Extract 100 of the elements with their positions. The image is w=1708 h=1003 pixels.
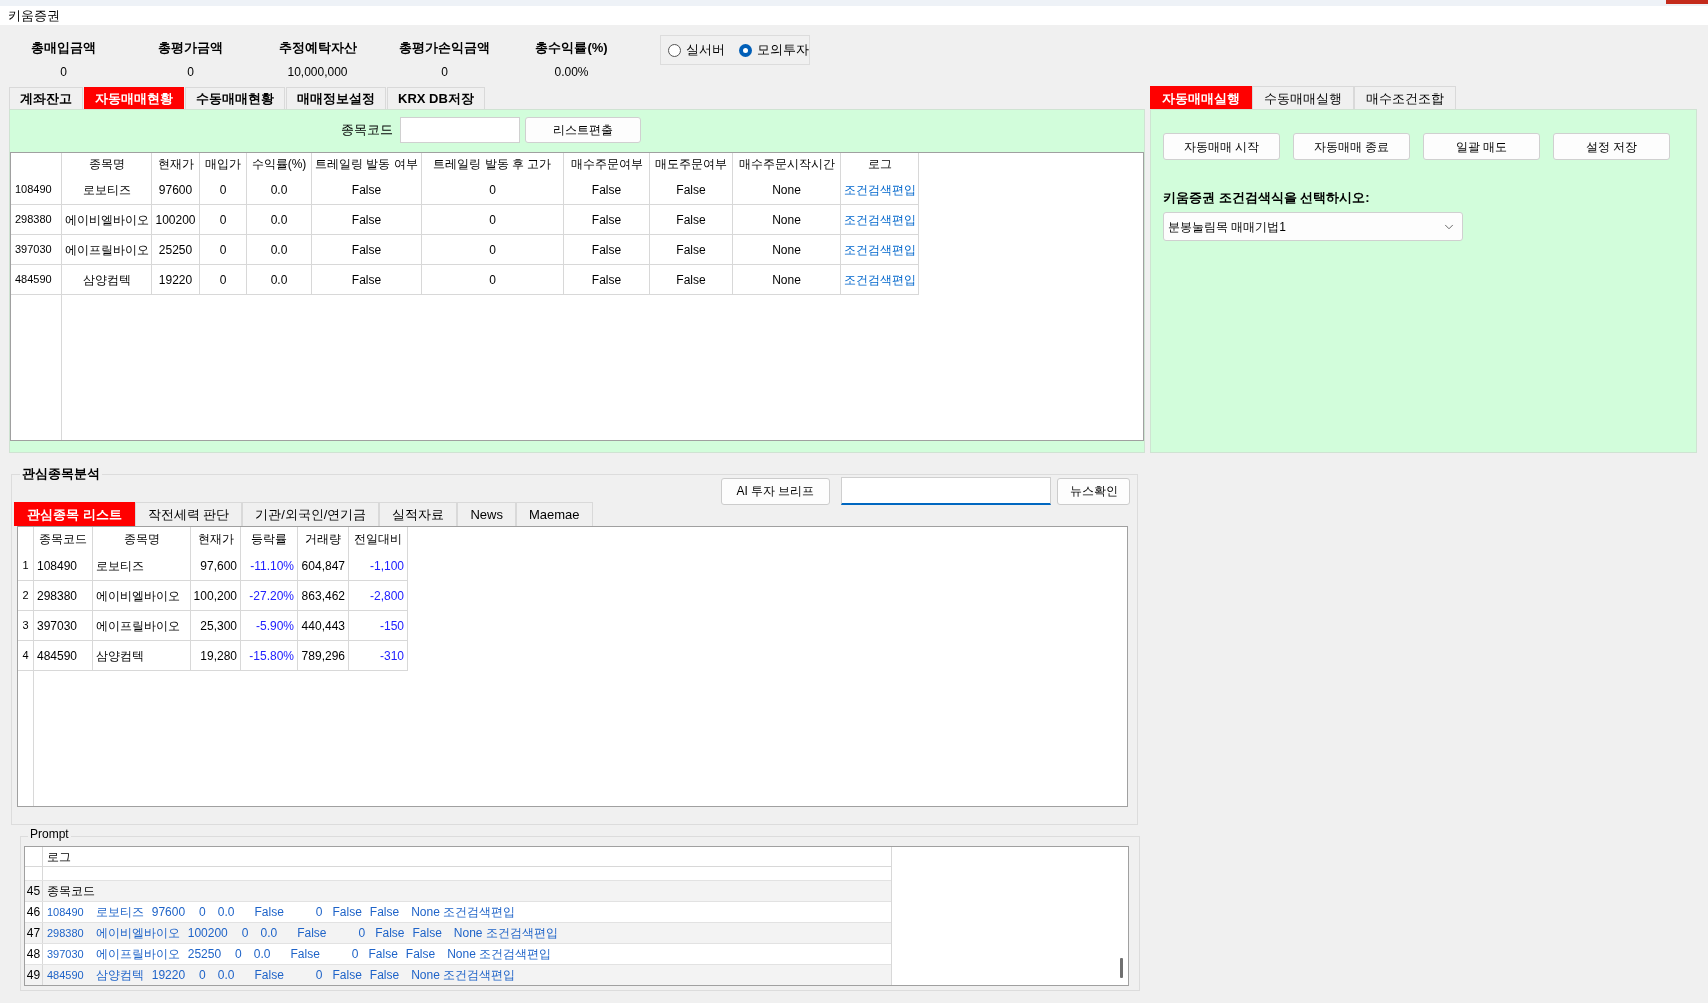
column-header: 현재가 <box>152 153 200 175</box>
table-cell: None <box>733 235 841 265</box>
log-line: 종목코드 <box>47 883 95 900</box>
row-number: 49 <box>25 965 43 985</box>
scrollbar-thumb[interactable] <box>1119 958 1123 978</box>
table-cell: 0.0 <box>247 235 312 265</box>
tab[interactable]: 매수조건조합 <box>1354 86 1456 109</box>
table-cell: False <box>564 175 650 205</box>
stock-code-input[interactable] <box>400 117 520 143</box>
tab[interactable]: KRX DB저장 <box>387 87 485 109</box>
row-number: 1 <box>18 551 33 581</box>
summary-value: 0.00% <box>554 64 589 80</box>
news-button[interactable]: 뉴스확인 <box>1057 477 1130 505</box>
row-header: 108490 <box>11 175 61 205</box>
table-cell: -310 <box>349 641 408 671</box>
table-cell: 에이프릴바이오 <box>62 235 152 265</box>
row-number: 4 <box>18 641 33 671</box>
table-cell: -2,800 <box>349 581 408 611</box>
table-cell: -150 <box>349 611 408 641</box>
summary-label: 총평가손익금액 <box>399 40 490 56</box>
table-cell: 에이프릴바이오 <box>93 611 191 641</box>
table-cell: 19220 <box>152 265 200 295</box>
table-cell: False <box>650 265 733 295</box>
action-button[interactable]: 자동매매 종료 <box>1293 133 1410 160</box>
tab[interactable]: 자동매매실행 <box>1150 86 1252 109</box>
row-number: 2 <box>18 581 33 611</box>
column-header: 현재가 <box>191 527 241 551</box>
list-remove-button[interactable]: 리스트편출 <box>525 117 641 143</box>
table-cell: 100200 <box>152 205 200 235</box>
log-link[interactable]: 조건검색편입 <box>843 210 916 229</box>
table-cell: 0 <box>200 265 247 295</box>
radio-option[interactable]: 실서버 <box>668 40 725 60</box>
condition-label: 키움증권 조건검색식을 선택하시오: <box>1163 190 1370 206</box>
table-cell: 25250 <box>152 235 200 265</box>
action-button[interactable]: 자동매매 시작 <box>1163 133 1280 160</box>
tab[interactable]: Maemae <box>516 502 593 526</box>
column-header: 트레일링 발동 여부 <box>312 153 422 175</box>
column-header: 매수주문시작시간 <box>733 153 841 175</box>
table-cell: 97,600 <box>191 551 241 581</box>
group-title: 관심종목분석 <box>20 466 102 482</box>
table-cell: 삼양컴텍 <box>62 265 152 295</box>
tab[interactable]: 실적자료 <box>379 502 458 526</box>
table-cell: 484590 <box>34 641 93 671</box>
column-header: 종목명 <box>93 527 191 551</box>
tab[interactable]: 수동매매현황 <box>185 87 285 109</box>
table-cell: -15.80% <box>241 641 298 671</box>
news-search-input[interactable] <box>841 477 1051 505</box>
brief-button[interactable]: AI 투자 브리프 <box>721 477 830 505</box>
row-number: 3 <box>18 611 33 641</box>
table-cell: 0.0 <box>247 205 312 235</box>
action-button[interactable]: 설정 저장 <box>1553 133 1670 160</box>
column-header: 수익률(%) <box>247 153 312 175</box>
field-label: 종목코드 <box>341 121 393 140</box>
tab[interactable]: 매매정보설정 <box>286 87 386 109</box>
table-cell: 0 <box>200 205 247 235</box>
tab[interactable]: News <box>457 502 516 526</box>
table-cell: 397030 <box>34 611 93 641</box>
table-cell: 25,300 <box>191 611 241 641</box>
column-header: 트레일링 발동 후 고가 <box>422 153 564 175</box>
window-title: 키움증권 <box>8 7 60 24</box>
summary-value: 0 <box>441 64 448 80</box>
condition-dropdown[interactable]: 분봉눌림목 매매기법1 <box>1163 212 1463 241</box>
table-cell: 108490 <box>34 551 93 581</box>
summary-label: 총수익률(%) <box>535 40 608 56</box>
column-header: 매입가 <box>200 153 247 175</box>
radio-option[interactable]: 모의투자 <box>739 40 809 60</box>
table-cell: False <box>650 205 733 235</box>
table-cell: -27.20% <box>241 581 298 611</box>
log-link[interactable]: 조건검색편입 <box>843 180 916 199</box>
table-cell: 97600 <box>152 175 200 205</box>
tab[interactable]: 작전세력 판단 <box>134 502 243 526</box>
log-link[interactable]: 조건검색편입 <box>843 240 916 259</box>
column-header: 로그 <box>46 849 71 866</box>
table-cell: 440,443 <box>298 611 349 641</box>
table-cell: None <box>733 175 841 205</box>
table-cell: 0 <box>422 235 564 265</box>
table-cell: 로보티즈 <box>93 551 191 581</box>
log-line: 484590 삼양컴텍 19220 0 0.0 False 0 False False None 조건검색편입 <box>47 967 515 984</box>
table-cell: 100,200 <box>191 581 241 611</box>
tab[interactable]: 자동매매현황 <box>84 87 184 109</box>
tab[interactable]: 관심종목 리스트 <box>14 502 135 526</box>
log-link[interactable]: 조건검색편입 <box>843 270 916 289</box>
table-cell: False <box>564 235 650 265</box>
column-header: 등락률 <box>241 527 298 551</box>
group-title: Prompt <box>28 826 71 842</box>
table-cell: 298380 <box>34 581 93 611</box>
table-cell: -1,100 <box>349 551 408 581</box>
table-cell: 삼양컴텍 <box>93 641 191 671</box>
tab[interactable]: 기관/외국인/연기금 <box>242 502 380 526</box>
tab[interactable]: 계좌잔고 <box>9 87 83 109</box>
column-header: 종목코드 <box>34 527 93 551</box>
row-header: 298380 <box>11 205 61 235</box>
column-header: 매수주문여부 <box>564 153 650 175</box>
log-line: 298380 에이비엘바이오 100200 0 0.0 False 0 False False None 조건검색편입 <box>47 925 558 942</box>
tab[interactable]: 수동매매실행 <box>1252 86 1354 109</box>
column-header: 로그 <box>841 153 919 175</box>
table-cell: 0.0 <box>247 175 312 205</box>
table-cell: 0 <box>422 265 564 295</box>
action-button[interactable]: 일괄 매도 <box>1423 133 1540 160</box>
row-header: 397030 <box>11 235 61 265</box>
